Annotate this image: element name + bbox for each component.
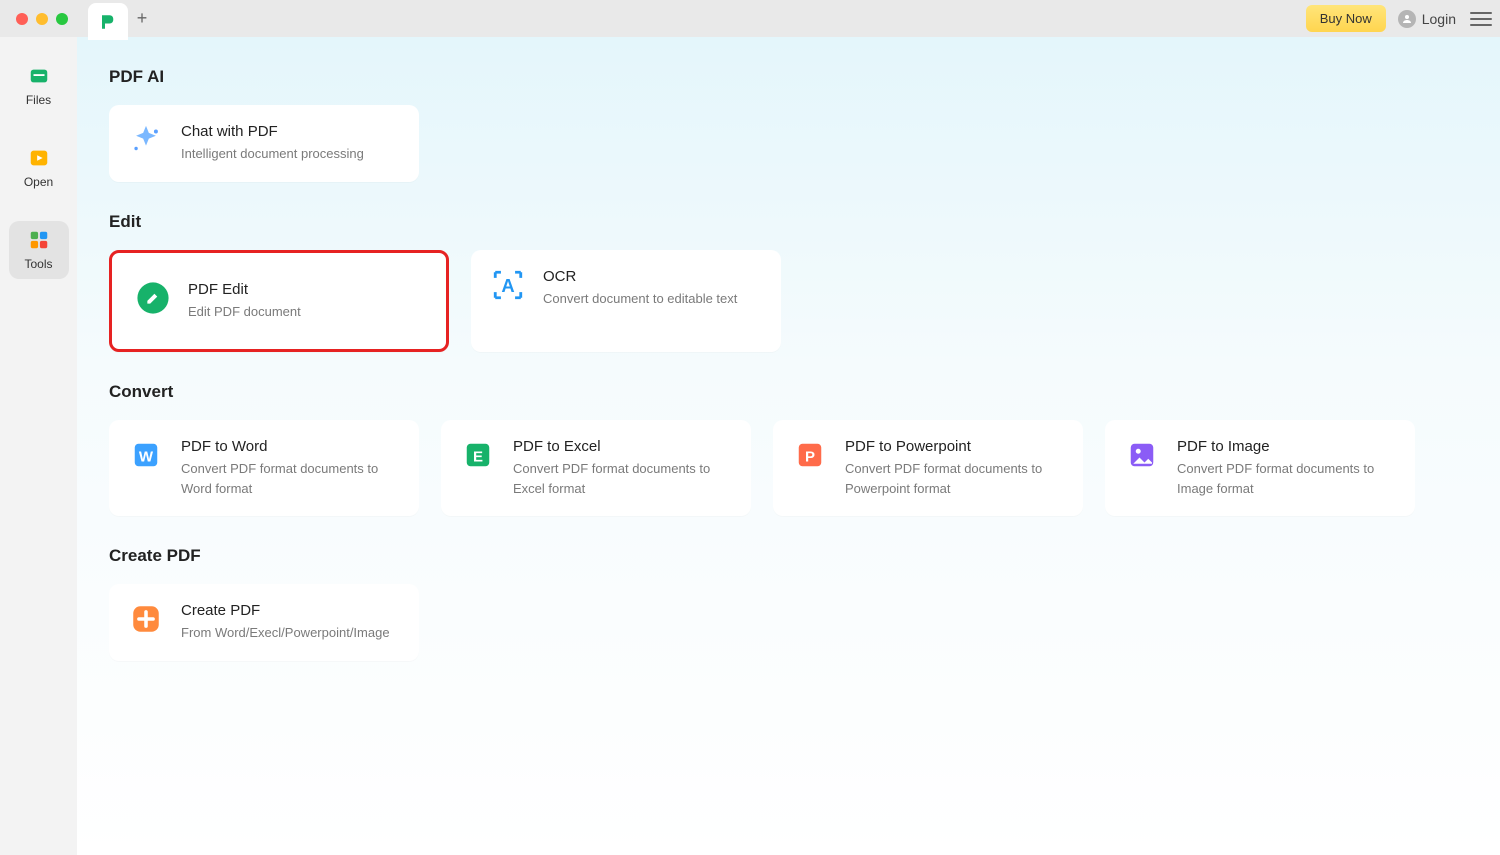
card-title: OCR xyxy=(543,268,737,285)
card-desc: From Word/Execl/Powerpoint/Image xyxy=(181,623,390,643)
section-pdf-ai: PDF AI Chat with PDF Intelligent documen… xyxy=(109,67,1468,182)
image-icon xyxy=(1125,438,1159,472)
card-title: PDF Edit xyxy=(188,281,301,298)
sidebar-item-tools[interactable]: Tools xyxy=(9,221,69,279)
card-desc: Convert PDF format documents to Word for… xyxy=(181,459,399,498)
card-desc: Edit PDF document xyxy=(188,302,301,322)
svg-text:W: W xyxy=(139,448,154,465)
sidebar-item-label: Files xyxy=(26,93,51,107)
section-edit: Edit PDF Edit Edit PDF document xyxy=(109,212,1468,353)
sparkle-icon xyxy=(129,123,163,157)
section-convert: Convert W PDF to Word Convert PDF format… xyxy=(109,382,1468,516)
section-title: Create PDF xyxy=(109,546,1468,566)
tools-icon xyxy=(28,229,50,251)
section-title: Convert xyxy=(109,382,1468,402)
card-chat-with-pdf[interactable]: Chat with PDF Intelligent document proce… xyxy=(109,105,419,182)
card-title: PDF to Image xyxy=(1177,438,1395,455)
card-pdf-to-word[interactable]: W PDF to Word Convert PDF format documen… xyxy=(109,420,419,516)
window-controls xyxy=(8,13,68,25)
svg-text:P: P xyxy=(805,448,815,465)
close-window-button[interactable] xyxy=(16,13,28,25)
excel-icon: E xyxy=(461,438,495,472)
card-ocr[interactable]: A OCR Convert document to editable text xyxy=(471,250,781,353)
card-desc: Intelligent document processing xyxy=(181,144,364,164)
card-create-pdf[interactable]: Create PDF From Word/Execl/Powerpoint/Im… xyxy=(109,584,419,661)
sidebar-item-label: Open xyxy=(24,175,53,189)
card-pdf-edit[interactable]: PDF Edit Edit PDF document xyxy=(109,250,449,353)
new-tab-button[interactable]: + xyxy=(128,5,156,33)
titlebar: + Buy Now Login xyxy=(0,0,1500,37)
avatar-icon xyxy=(1398,10,1416,28)
svg-text:A: A xyxy=(501,275,514,296)
card-desc: Convert PDF format documents to Image fo… xyxy=(1177,459,1395,498)
login-label: Login xyxy=(1422,11,1456,27)
sidebar-item-files[interactable]: Files xyxy=(9,57,69,115)
create-pdf-icon xyxy=(129,602,163,636)
card-title: Chat with PDF xyxy=(181,123,364,140)
card-desc: Convert document to editable text xyxy=(543,289,737,309)
card-pdf-to-excel[interactable]: E PDF to Excel Convert PDF format docume… xyxy=(441,420,751,516)
card-title: PDF to Powerpoint xyxy=(845,438,1063,455)
sidebar-item-label: Tools xyxy=(24,257,52,271)
card-title: PDF to Word xyxy=(181,438,399,455)
card-desc: Convert PDF format documents to Excel fo… xyxy=(513,459,731,498)
maximize-window-button[interactable] xyxy=(56,13,68,25)
open-icon xyxy=(28,147,50,169)
login-button[interactable]: Login xyxy=(1398,10,1456,28)
sidebar-item-open[interactable]: Open xyxy=(9,139,69,197)
section-title: PDF AI xyxy=(109,67,1468,87)
card-desc: Convert PDF format documents to Powerpoi… xyxy=(845,459,1063,498)
main-content: PDF AI Chat with PDF Intelligent documen… xyxy=(77,37,1500,855)
word-icon: W xyxy=(129,438,163,472)
section-create-pdf: Create PDF Create PDF From Word/Execl/Po… xyxy=(109,546,1468,661)
pdf-app-icon xyxy=(99,13,117,31)
powerpoint-icon: P xyxy=(793,438,827,472)
app-tab[interactable] xyxy=(88,3,128,40)
buy-now-button[interactable]: Buy Now xyxy=(1306,5,1386,32)
minimize-window-button[interactable] xyxy=(36,13,48,25)
card-title: PDF to Excel xyxy=(513,438,731,455)
svg-text:E: E xyxy=(473,448,483,465)
files-icon xyxy=(28,65,50,87)
pdf-edit-icon xyxy=(136,281,170,315)
menu-button[interactable] xyxy=(1470,8,1492,30)
card-pdf-to-powerpoint[interactable]: P PDF to Powerpoint Convert PDF format d… xyxy=(773,420,1083,516)
card-pdf-to-image[interactable]: PDF to Image Convert PDF format document… xyxy=(1105,420,1415,516)
sidebar: Files Open Tools xyxy=(0,37,77,855)
ocr-icon: A xyxy=(491,268,525,302)
card-title: Create PDF xyxy=(181,602,390,619)
section-title: Edit xyxy=(109,212,1468,232)
